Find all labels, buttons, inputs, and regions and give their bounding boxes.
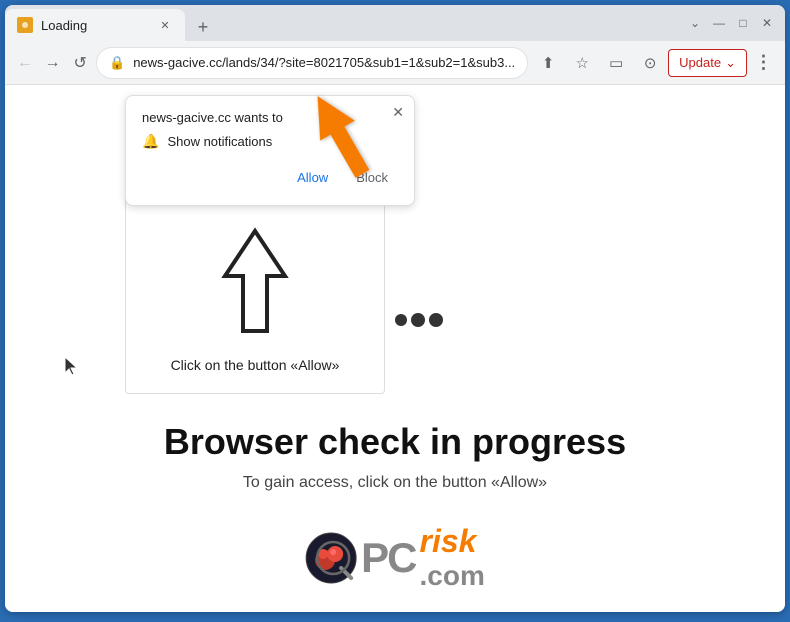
chevron-down-icon[interactable]: ⌄ xyxy=(685,13,705,33)
bell-icon: 🔔 xyxy=(142,133,159,150)
title-bar: Loading ✕ + ⌄ — □ ✕ xyxy=(5,5,785,41)
side-panel-icon[interactable]: ▭ xyxy=(600,47,632,79)
mouse-cursor xyxy=(63,355,81,382)
dot-3 xyxy=(429,313,443,327)
tab-label: Loading xyxy=(41,18,149,33)
arrow-indicator xyxy=(295,85,385,190)
main-content-box: Click on the button «Allow» xyxy=(125,195,385,394)
address-text: news-gacive.cc/lands/34/?site=8021705&su… xyxy=(133,55,515,70)
back-button[interactable]: ← xyxy=(13,47,37,79)
pcrisk-logo-icon xyxy=(305,532,357,584)
update-button[interactable]: Update ⌄ xyxy=(668,49,747,77)
tab-close-button[interactable]: ✕ xyxy=(157,17,173,33)
share-icon[interactable]: ⬆ xyxy=(532,47,564,79)
pc-logo-text: PC xyxy=(361,534,415,582)
minimize-button[interactable]: — xyxy=(709,13,729,33)
dot-com-text: .com xyxy=(420,560,485,592)
address-bar[interactable]: 🔒 news-gacive.cc/lands/34/?site=8021705&… xyxy=(96,47,528,79)
toolbar: ← → ↺ 🔒 news-gacive.cc/lands/34/?site=80… xyxy=(5,41,785,85)
browser-window: Loading ✕ + ⌄ — □ ✕ ← → ↺ 🔒 news-gacive.… xyxy=(5,5,785,612)
page-content: ✕ news-gacive.cc wants to 🔔 Show notific… xyxy=(5,85,785,612)
dot-2 xyxy=(411,313,425,327)
update-button-label: Update xyxy=(679,55,721,70)
profile-icon[interactable]: ⊙ xyxy=(634,47,666,79)
cursor-svg xyxy=(63,355,81,377)
lock-icon: 🔒 xyxy=(109,55,125,71)
click-allow-text: Click on the button «Allow» xyxy=(171,357,340,373)
up-arrow-icon xyxy=(215,226,295,341)
popup-close-button[interactable]: ✕ xyxy=(392,104,404,121)
reload-button[interactable]: ↺ xyxy=(68,47,92,79)
toolbar-actions: ⬆ ☆ ▭ ⊙ Update ⌄ ⋮ xyxy=(532,47,777,79)
orange-arrow-svg xyxy=(295,85,385,185)
sub-heading: To gain access, click on the button «All… xyxy=(45,474,745,492)
bookmark-icon[interactable]: ☆ xyxy=(566,47,598,79)
dot-1 xyxy=(395,314,407,326)
risk-logo-text: risk xyxy=(420,523,485,560)
bottom-text-area: Browser check in progress To gain access… xyxy=(5,422,785,492)
maximize-button[interactable]: □ xyxy=(733,13,753,33)
loading-dots xyxy=(395,313,443,327)
tab-favicon xyxy=(17,17,33,33)
tab-strip: Loading ✕ + xyxy=(5,5,677,41)
active-tab[interactable]: Loading ✕ xyxy=(5,9,185,41)
popup-notification-label: Show notifications xyxy=(167,134,272,149)
forward-button[interactable]: → xyxy=(41,47,65,79)
window-controls: ⌄ — □ ✕ xyxy=(677,5,785,41)
update-menu-icon: ⌄ xyxy=(725,55,736,71)
close-button[interactable]: ✕ xyxy=(757,13,777,33)
main-heading: Browser check in progress xyxy=(45,422,745,462)
browser-menu-button[interactable]: ⋮ xyxy=(749,49,777,77)
pcrisk-logo: PC risk .com xyxy=(305,523,485,592)
new-tab-button[interactable]: + xyxy=(189,13,217,41)
up-arrow-svg xyxy=(215,226,295,336)
